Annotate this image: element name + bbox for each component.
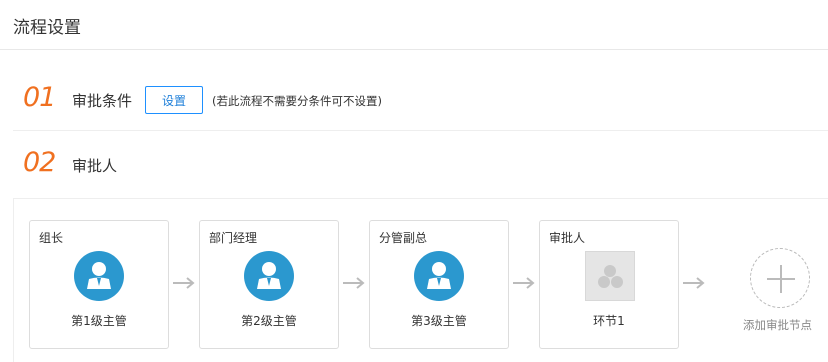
section-label-conditions: 审批条件: [72, 92, 133, 110]
step-number-1: 01: [23, 82, 56, 113]
section-approvers: 02 审批人: [13, 145, 828, 185]
group-icon: [585, 251, 635, 301]
step-number-2: 02: [23, 147, 56, 178]
approval-node[interactable]: 审批人 环节1: [539, 220, 679, 349]
approval-node[interactable]: 部门经理 第2级主管: [199, 220, 339, 349]
page-title: 流程设置: [13, 18, 81, 38]
add-node-label: 添加审批节点: [743, 318, 812, 332]
person-icon: [244, 251, 294, 301]
node-subtitle: 第3级主管: [411, 314, 467, 328]
person-icon: [414, 251, 464, 301]
page-header: 流程设置: [0, 0, 828, 50]
section-label-approvers: 审批人: [72, 157, 118, 175]
approval-node[interactable]: 组长 第1级主管: [29, 220, 169, 349]
node-subtitle: 第2级主管: [241, 314, 297, 328]
node-title: 审批人: [549, 231, 586, 245]
arrow-right-icon: [683, 277, 705, 289]
plus-icon: [750, 248, 810, 308]
arrow-right-icon: [173, 277, 195, 289]
node-title: 部门经理: [209, 231, 258, 245]
person-icon: [74, 251, 124, 301]
arrow-right-icon: [343, 277, 365, 289]
node-subtitle: 第1级主管: [71, 314, 127, 328]
node-title: 分管副总: [379, 231, 428, 245]
add-approval-node-button[interactable]: 添加审批节点: [743, 248, 828, 338]
node-subtitle: 环节1: [593, 314, 625, 328]
approval-node[interactable]: 分管副总 第3级主管: [369, 220, 509, 349]
conditions-hint: (若此流程不需要分条件可不设置): [212, 94, 382, 108]
approval-flow: 组长 第1级主管 部门经理 第2级主管 分管副总 第3级主管 审批人 环节1 添…: [13, 198, 828, 362]
arrow-right-icon: [513, 277, 535, 289]
section-approval-conditions: 01 审批条件 设置 (若此流程不需要分条件可不设置): [13, 70, 828, 131]
node-title: 组长: [39, 231, 64, 245]
set-conditions-button[interactable]: 设置: [145, 86, 203, 114]
